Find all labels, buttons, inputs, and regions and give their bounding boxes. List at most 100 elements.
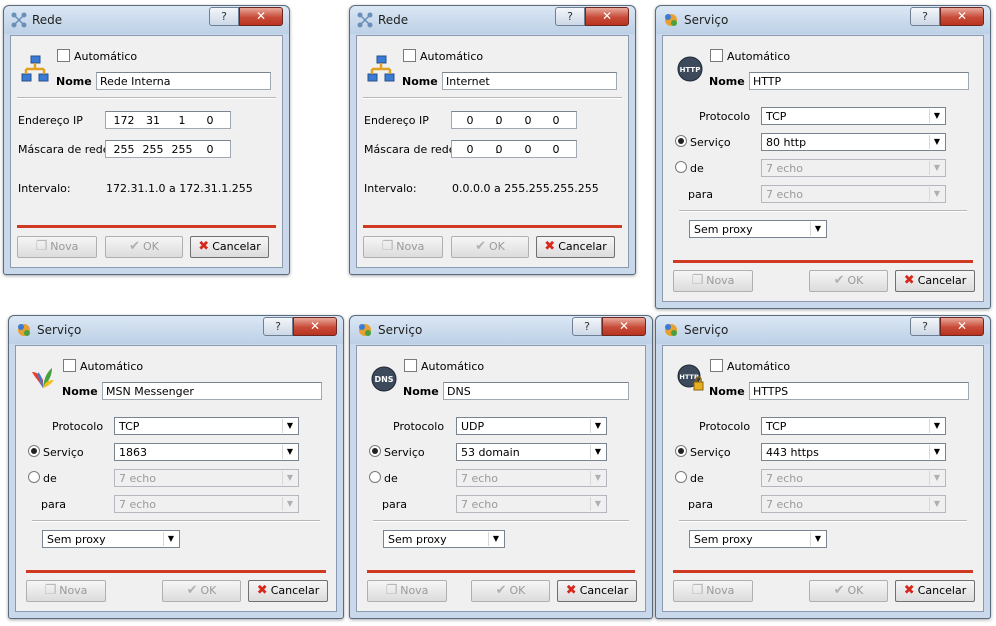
close-button[interactable]: ✕ (293, 317, 337, 336)
proxy-select[interactable]: Sem proxy ▼ (42, 530, 180, 548)
cancel-x-icon: ✖ (565, 583, 577, 598)
servico-radio[interactable] (28, 445, 40, 457)
protocolo-select[interactable]: TCP ▼ (114, 417, 299, 435)
de-radio[interactable] (675, 471, 687, 483)
de-select[interactable]: 7 echo ▼ (761, 469, 946, 487)
para-select[interactable]: 7 echo ▼ (114, 495, 299, 513)
nova-button[interactable]: ❐ Nova (363, 236, 443, 258)
de-select[interactable]: 7 echo ▼ (114, 469, 299, 487)
cancelar-button[interactable]: ✖ Cancelar (895, 580, 975, 602)
automatico-checkbox[interactable] (710, 49, 723, 62)
automatico-checkbox[interactable] (710, 359, 723, 372)
automatico-checkbox[interactable] (404, 359, 417, 372)
servico-select[interactable]: 80 http ▼ (761, 133, 946, 151)
protocolo-select[interactable]: TCP ▼ (761, 107, 946, 125)
close-button[interactable]: ✕ (585, 7, 629, 26)
window-title: Rede (32, 13, 63, 27)
protocolo-select[interactable]: UDP ▼ (456, 417, 607, 435)
chevron-down-icon: ▼ (163, 532, 178, 546)
proxy-select[interactable]: Sem proxy ▼ (689, 530, 827, 548)
de-radio[interactable] (675, 161, 687, 173)
para-select[interactable]: 7 echo ▼ (761, 495, 946, 513)
dialog-servico-msn: Serviço ? ✕ Automático Nome MSN Messenge… (8, 315, 344, 619)
para-select[interactable]: 7 echo ▼ (761, 185, 946, 203)
cancelar-button[interactable]: ✖ Cancelar (557, 580, 637, 602)
cancelar-button[interactable]: ✖ Cancelar (190, 236, 269, 258)
close-button[interactable]: ✕ (239, 7, 283, 26)
nova-button[interactable]: ❐ Nova (26, 580, 106, 602)
separator (17, 97, 276, 99)
nome-input[interactable]: HTTP (749, 72, 969, 90)
de-select[interactable]: 7 echo ▼ (456, 469, 607, 487)
nome-input[interactable]: DNS (443, 382, 629, 400)
automatico-checkbox[interactable] (63, 359, 76, 372)
de-radio[interactable] (369, 471, 381, 483)
close-button[interactable]: ✕ (940, 317, 984, 336)
help-button[interactable]: ? (572, 317, 602, 336)
automatico-checkbox[interactable] (57, 49, 70, 62)
help-button[interactable]: ? (555, 7, 585, 26)
nome-input[interactable]: Internet (442, 72, 617, 90)
close-button[interactable]: ✕ (940, 7, 984, 26)
para-label: para (41, 498, 66, 511)
ok-button[interactable]: ✔ OK (809, 580, 888, 602)
servico-select[interactable]: 53 domain ▼ (456, 443, 607, 461)
de-select[interactable]: 7 echo ▼ (761, 159, 946, 177)
nova-button[interactable]: ❐ Nova (17, 236, 97, 258)
mask-octet: 0 (206, 143, 214, 156)
help-button[interactable]: ? (910, 317, 940, 336)
ok-button[interactable]: ✔ OK (809, 270, 888, 292)
de-radio[interactable] (28, 471, 40, 483)
proxy-select[interactable]: Sem proxy ▼ (689, 220, 827, 238)
network-computers-icon (367, 55, 395, 82)
nova-button[interactable]: ❐ Nova (673, 580, 753, 602)
servico-label: Serviço (43, 446, 84, 459)
nome-input[interactable]: Rede Interna (96, 72, 271, 90)
de-label: de (690, 472, 704, 485)
network-icon (11, 12, 27, 28)
help-button[interactable]: ? (263, 317, 293, 336)
subnet-mask-field[interactable]: 255. 255. 255. 0 (105, 140, 231, 158)
servico-select[interactable]: 443 https ▼ (761, 443, 946, 461)
title-bar[interactable]: Serviço ? ✕ (9, 316, 343, 344)
servico-radio[interactable] (675, 135, 687, 147)
servico-radio[interactable] (675, 445, 687, 457)
close-button[interactable]: ✕ (602, 317, 646, 336)
title-bar[interactable]: Rede ? ✕ (4, 6, 289, 34)
de-label: de (690, 162, 704, 175)
chevron-down-icon: ▼ (929, 187, 944, 201)
cancelar-button[interactable]: ✖ Cancelar (895, 270, 975, 292)
nova-button[interactable]: ❐ Nova (673, 270, 753, 292)
title-bar[interactable]: Serviço ? ✕ (656, 6, 990, 34)
title-bar[interactable]: Serviço ? ✕ (656, 316, 990, 344)
ip-octet: 0 (466, 114, 474, 127)
separator (32, 520, 320, 522)
red-divider (673, 570, 973, 573)
nome-input[interactable]: MSN Messenger (102, 382, 322, 400)
title-bar[interactable]: Serviço ? ✕ (350, 316, 652, 344)
servico-select[interactable]: 1863 ▼ (114, 443, 299, 461)
proxy-select[interactable]: Sem proxy ▼ (383, 530, 505, 548)
automatico-checkbox[interactable] (403, 49, 416, 62)
nova-button[interactable]: ❐ Nova (367, 580, 447, 602)
ok-button[interactable]: ✔ OK (471, 580, 550, 602)
ok-button[interactable]: ✔ OK (105, 236, 183, 258)
icon-text: HTTP (680, 66, 701, 74)
para-select[interactable]: 7 echo ▼ (456, 495, 607, 513)
title-bar[interactable]: Rede ? ✕ (350, 6, 635, 34)
help-button[interactable]: ? (209, 7, 239, 26)
nome-input[interactable]: HTTPS (749, 382, 969, 400)
chevron-down-icon: ▼ (590, 497, 605, 511)
ip-address-field[interactable]: 0. 0. 0. 0 (451, 111, 577, 129)
servico-radio[interactable] (369, 445, 381, 457)
cancelar-button[interactable]: ✖ Cancelar (248, 580, 328, 602)
subnet-mask-field[interactable]: 0. 0. 0. 0 (451, 140, 577, 158)
servico-label: Serviço (384, 446, 425, 459)
ip-address-field[interactable]: 172. 31. 1. 0 (105, 111, 231, 129)
cancelar-button[interactable]: ✖ Cancelar (536, 236, 615, 258)
help-button[interactable]: ? (910, 7, 940, 26)
protocolo-select[interactable]: TCP ▼ (761, 417, 946, 435)
ok-button[interactable]: ✔ OK (162, 580, 241, 602)
http-globe-icon: HTTP (677, 56, 703, 82)
ok-button[interactable]: ✔ OK (451, 236, 529, 258)
